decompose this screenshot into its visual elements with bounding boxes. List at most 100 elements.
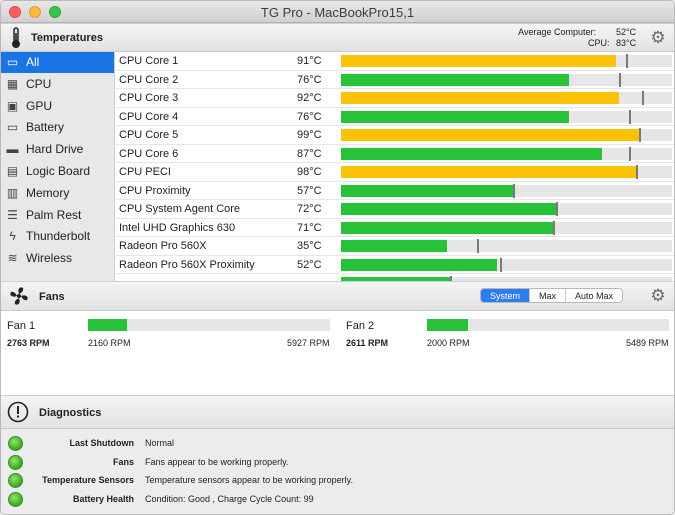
temperature-bar-fill xyxy=(341,184,514,197)
hard-drive-icon: ▬ xyxy=(6,142,19,157)
sensor-name: CPU Core 4 xyxy=(119,110,179,123)
fan-mode-system[interactable]: System xyxy=(481,289,531,302)
sensor-value: 76°C xyxy=(297,110,322,123)
fan-min-rpm: 2000 RPM xyxy=(427,338,470,348)
temperature-max-marker xyxy=(638,128,641,142)
temperature-row[interactable]: CPU PECI 98°C xyxy=(116,163,674,182)
temperature-max-marker xyxy=(556,202,559,216)
sidebar-item-memory[interactable]: ▥ Memory xyxy=(1,183,114,204)
fans-settings-gear-icon[interactable]: ⚙ xyxy=(649,287,667,305)
temperature-row[interactable]: CPU Core 2 76°C xyxy=(116,71,674,89)
diagnostic-label: Battery Health xyxy=(72,493,134,504)
temperature-max-marker xyxy=(476,239,479,253)
sidebar-item-hard-drive[interactable]: ▬ Hard Drive xyxy=(1,139,114,160)
temperature-bar-fill xyxy=(341,55,616,67)
temperature-max-marker xyxy=(635,165,638,179)
temperature-row[interactable]: CPU Proximity 57°C xyxy=(116,182,674,200)
temperature-bar-fill xyxy=(341,129,639,141)
sensor-value: 76°C xyxy=(297,73,322,86)
sidebar-item-all[interactable]: ▭ All xyxy=(1,52,114,73)
sensor-name: CPU Core 2 xyxy=(119,73,179,86)
temperatures-header: Temperatures Average Computer: 52°C CPU:… xyxy=(1,23,674,52)
diagnostic-value: Condition: Good , Charge Cycle Count: 99 xyxy=(145,493,314,504)
thunderbolt-icon: ϟ xyxy=(9,229,16,244)
sidebar-item-logic-board[interactable]: ▤ Logic Board xyxy=(1,161,114,182)
alert-circle-icon xyxy=(7,401,29,423)
sidebar-item-cpu[interactable]: ▦ CPU xyxy=(1,74,114,95)
palm-rest-icon: ☰ xyxy=(7,207,18,222)
sensor-name: CPU System Agent Core xyxy=(119,203,241,215)
diagnostic-value: Normal xyxy=(145,438,175,448)
sidebar-item-label: Memory xyxy=(26,185,70,200)
sensor-value: 71°C xyxy=(297,221,322,234)
temperature-bar xyxy=(341,91,672,105)
status-ok-indicator xyxy=(8,473,23,488)
temperature-row[interactable]: CPU Core 5 99°C xyxy=(116,126,674,145)
sensor-value: 57°C xyxy=(297,184,322,197)
thermometer-icon xyxy=(12,27,20,48)
cpu-average-label: CPU: xyxy=(588,38,610,48)
temperature-row[interactable]: CPU Core 1 91°C xyxy=(116,52,674,71)
fan-current-rpm: 2611 RPM xyxy=(346,338,389,348)
temperature-row[interactable]: CPU System Agent Core 72°C xyxy=(116,200,674,219)
temperature-row[interactable]: CPU Core 6 87°C xyxy=(116,145,674,163)
sidebar-item-wireless[interactable]: ≋ Wireless xyxy=(1,248,114,269)
fan-mode-auto-max[interactable]: Auto Max xyxy=(566,289,622,302)
temperature-row[interactable] xyxy=(116,274,674,281)
diagnostic-row: Fans Fans appear to be working properly. xyxy=(1,454,674,472)
temperature-bar-fill xyxy=(341,258,497,271)
temperature-row[interactable]: CPU Core 3 92°C xyxy=(116,89,674,108)
diagnostics-header: Diagnostics xyxy=(1,395,674,429)
logic-board-icon: ▤ xyxy=(6,164,19,178)
fan-speed-bar xyxy=(88,319,330,331)
sidebar-item-thunderbolt[interactable]: ϟ Thunderbolt xyxy=(1,226,114,247)
temperature-bar-fill xyxy=(341,203,557,215)
sensor-value: 72°C xyxy=(297,203,322,215)
laptop-icon: ▭ xyxy=(6,55,19,69)
fan-speed-bar xyxy=(427,319,669,331)
sidebar-item-label: Hard Drive xyxy=(26,142,84,157)
temperature-sensor-list[interactable]: CPU Core 1 91°C CPU Core 2 76°C CPU Core 3 92… xyxy=(116,52,674,281)
sidebar-item-battery[interactable]: ▭ Battery xyxy=(1,117,114,138)
cpu-average-value: 83°C xyxy=(616,38,637,48)
temperature-bar xyxy=(341,202,672,216)
temperature-bar-fill xyxy=(341,92,620,104)
sensor-name: CPU Core 6 xyxy=(119,147,179,160)
diagnostic-row: Last Shutdown Normal xyxy=(1,435,674,453)
status-ok-indicator xyxy=(8,454,23,470)
sidebar-item-label: Thunderbolt xyxy=(26,229,91,244)
temperature-row[interactable]: Radeon Pro 560X 35°C xyxy=(116,237,674,256)
sensor-name: Radeon Pro 560X xyxy=(119,240,207,252)
sidebar-item-label: Palm Rest xyxy=(26,207,82,222)
temperature-bar-fill xyxy=(341,147,603,160)
temperature-bar xyxy=(341,220,672,235)
wireless-icon: ≋ xyxy=(7,251,18,266)
temperature-bar-fill xyxy=(341,240,447,252)
fan-mode-segmented-control[interactable]: System Max Auto Max xyxy=(480,288,624,303)
fan-name: Fan 1 xyxy=(7,320,36,332)
fan-speed-bar-fill xyxy=(427,319,469,331)
diagnostic-row: Temperature Sensors Temperature sensors a… xyxy=(1,472,674,490)
fan-min-rpm: 2160 RPM xyxy=(88,338,131,348)
fan-current-rpm: 2763 RPM xyxy=(7,338,50,348)
temperature-max-marker xyxy=(628,146,631,161)
temperature-max-marker xyxy=(499,257,502,272)
sensor-name: CPU Core 5 xyxy=(119,129,179,141)
temperatures-settings-gear-icon[interactable]: ⚙ xyxy=(649,29,667,47)
app-window: TG Pro - MacBookPro15,1 Temperatures Ave… xyxy=(0,0,675,515)
sensor-value: 52°C xyxy=(297,258,322,271)
sensor-name: Intel UHD Graphics 630 xyxy=(119,221,236,234)
average-computer-value: 52°C xyxy=(616,27,637,37)
temperature-row[interactable]: Intel UHD Graphics 630 71°C xyxy=(116,219,674,237)
sidebar-item-palm-rest[interactable]: ☰ Palm Rest xyxy=(1,205,114,226)
fan-max-rpm: 5927 RPM xyxy=(287,338,330,348)
battery-icon: ▭ xyxy=(6,120,19,135)
diagnostic-row: Battery Health Condition: Good , Charge C… xyxy=(1,491,674,509)
temperature-bar-fill xyxy=(341,166,636,178)
temperature-row[interactable]: Radeon Pro 560X Proximity 52°C xyxy=(116,256,674,274)
window-title: TG Pro - MacBookPro15,1 xyxy=(260,5,415,20)
temperature-row[interactable]: CPU Core 4 76°C xyxy=(116,108,674,126)
fan-mode-max[interactable]: Max xyxy=(530,289,567,302)
sidebar-item-gpu[interactable]: ▣ GPU xyxy=(1,96,114,117)
sensor-name: CPU Core 1 xyxy=(119,55,179,67)
